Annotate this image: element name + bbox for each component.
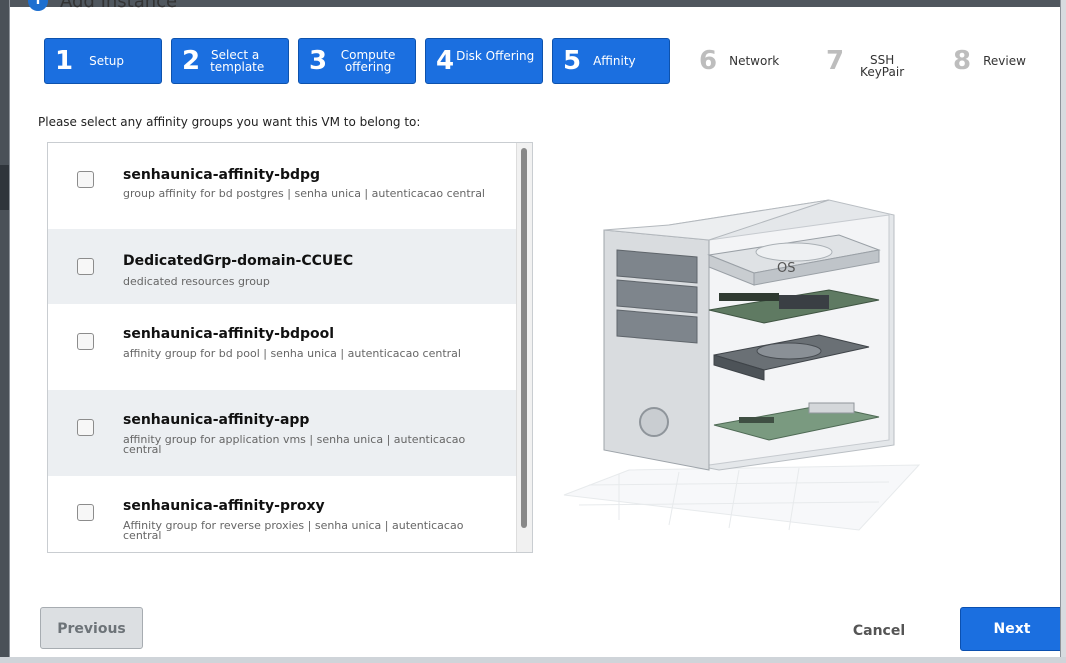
floor-grid [563, 464, 921, 531]
affinity-group-name: senhaunica-affinity-app [123, 412, 310, 428]
list-item[interactable]: DedicatedGrp-domain-CCUEC dedicated reso… [48, 229, 516, 304]
step-label: Setup [89, 54, 125, 68]
previous-button[interactable]: Previous [40, 607, 143, 649]
step-number: 3 [309, 46, 328, 76]
background-app-bottom-edge [0, 657, 1066, 663]
step-number: 2 [182, 46, 201, 76]
affinity-checkbox[interactable] [77, 504, 94, 521]
step-review: 8 Review [933, 38, 1051, 84]
affinity-checkbox[interactable] [77, 258, 94, 275]
list-item[interactable]: senhaunica-affinity-app affinity group f… [48, 390, 516, 476]
info-icon: i [28, 0, 48, 11]
background-app-marker [0, 165, 9, 210]
step-number: 1 [55, 46, 74, 76]
step-network: 6 Network [679, 38, 797, 84]
step-number: 5 [563, 46, 582, 76]
cancel-button[interactable]: Cancel [834, 616, 924, 646]
list-scrollbar[interactable] [516, 143, 532, 552]
affinity-group-description: Affinity group for reverse proxies | sen… [123, 519, 464, 542]
affinity-group-name: DedicatedGrp-domain-CCUEC [123, 253, 354, 269]
step-label: Review [983, 54, 1026, 68]
next-button[interactable]: Next [960, 607, 1060, 651]
list-item[interactable]: senhaunica-affinity-bdpg group affinity … [48, 143, 516, 229]
step-label: Disk Offering [456, 49, 535, 63]
step-compute-offering[interactable]: 3 Compute offering [298, 38, 416, 84]
affinity-group-name: senhaunica-affinity-proxy [123, 498, 325, 514]
step-label: Network [729, 54, 780, 68]
server-tower-illustration: OS [563, 199, 921, 531]
list-item[interactable]: senhaunica-affinity-proxy Affinity group… [48, 476, 516, 552]
affinity-group-description: group affinity for bd postgres | senha u… [123, 187, 485, 200]
svg-text:OS: OS [777, 261, 795, 276]
affinity-group-description: dedicated resources group [123, 275, 270, 288]
dialog-title: Add Instance [60, 0, 178, 12]
step-setup[interactable]: 1 Setup [44, 38, 162, 84]
affinity-checkbox[interactable] [77, 333, 94, 350]
affinity-checkbox[interactable] [77, 171, 94, 188]
step-number: 8 [953, 46, 972, 76]
step-label: Select a template [210, 48, 265, 74]
affinity-group-list: senhaunica-affinity-bdpg group affinity … [47, 142, 533, 553]
add-instance-dialog: i Add Instance 1 Setup 2 Select a templa… [9, 0, 1061, 657]
step-number: 6 [699, 46, 718, 76]
affinity-group-description: affinity group for bd pool | senha unica… [123, 347, 461, 360]
step-number: 7 [826, 46, 845, 76]
step-label: Compute offering [340, 48, 396, 74]
step-label: Affinity [593, 54, 636, 68]
affinity-group-name: senhaunica-affinity-bdpg [123, 167, 321, 183]
step-select-template[interactable]: 2 Select a template [171, 38, 289, 84]
step-label: SSH KeyPair [860, 53, 905, 79]
affinity-group-name: senhaunica-affinity-bdpool [123, 326, 335, 342]
affinity-checkbox[interactable] [77, 419, 94, 436]
instruction-text: Please select any affinity groups you wa… [38, 115, 421, 129]
list-item[interactable]: senhaunica-affinity-bdpool affinity grou… [48, 304, 516, 390]
scrollbar-thumb[interactable] [521, 148, 527, 528]
step-ssh-keypair: 7 SSH KeyPair [806, 38, 924, 84]
step-number: 4 [436, 46, 455, 76]
affinity-group-description: affinity group for application vms | sen… [123, 433, 466, 456]
power-button-icon [639, 407, 669, 437]
step-affinity[interactable]: 5 Affinity [552, 38, 670, 84]
dialog-title-row: i Add Instance [28, 0, 177, 12]
background-app-edge [0, 0, 9, 663]
step-disk-offering[interactable]: 4 Disk Offering [425, 38, 543, 84]
